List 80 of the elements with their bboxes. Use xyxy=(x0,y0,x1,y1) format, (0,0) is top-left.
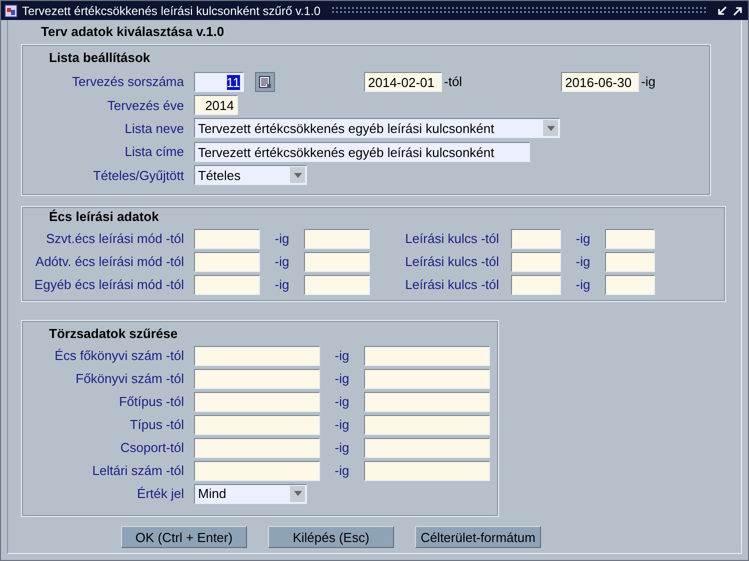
field-label: -ig xyxy=(640,74,656,90)
dropdown[interactable]: Tételes xyxy=(194,165,307,186)
field-label: Adótv. écs leírási mód -tól xyxy=(34,254,185,269)
caret-icon xyxy=(294,491,302,496)
input-field[interactable]: 11 xyxy=(194,72,244,92)
input-field[interactable] xyxy=(194,392,320,412)
app-icon xyxy=(4,4,18,18)
field-label: -tól xyxy=(443,74,462,90)
input-field[interactable] xyxy=(364,460,490,480)
form-title: Terv adatok kiválasztása v.1.0 xyxy=(40,24,226,40)
input-field[interactable] xyxy=(364,346,490,366)
caret-icon xyxy=(294,172,302,178)
list-icon xyxy=(258,74,272,89)
window-title: Tervezett értékcsökkenés leírási kulcsonként szűrő v.1.0 xyxy=(22,4,321,18)
field-label: Leírási kulcs -tól xyxy=(404,254,500,269)
input-field[interactable] xyxy=(194,274,260,294)
dropdown[interactable]: Tervezett értékcsökkenés egyéb leírási kulcsonként xyxy=(194,118,560,138)
input-field[interactable] xyxy=(194,252,260,272)
field-label: Szvt.écs leírási mód -tól xyxy=(45,231,185,246)
field-label: Főkönyvi szám -tól xyxy=(74,371,185,386)
field-label: -ig xyxy=(274,254,290,269)
section-title: Écs leírási adatok xyxy=(48,209,160,226)
field-label: -ig xyxy=(574,254,592,269)
input-field[interactable] xyxy=(511,252,561,272)
input-field[interactable] xyxy=(511,274,561,294)
caret-icon xyxy=(546,126,554,131)
input-field[interactable] xyxy=(364,368,490,388)
field-label: Leltári szám -tól xyxy=(91,463,185,478)
dropdown[interactable]: Mind xyxy=(194,484,307,504)
field-label: Leírási kulcs -tól xyxy=(404,277,500,292)
input-field[interactable] xyxy=(304,228,370,248)
input-field[interactable] xyxy=(304,274,370,294)
input-field[interactable] xyxy=(364,438,490,458)
input-field[interactable] xyxy=(194,438,320,458)
input-field[interactable] xyxy=(511,228,561,248)
field-label: -ig xyxy=(334,417,350,432)
input-field[interactable] xyxy=(605,228,655,248)
list-button[interactable] xyxy=(255,72,275,92)
input-field[interactable] xyxy=(194,228,260,248)
input-field[interactable]: Tervezett értékcsökkenés egyéb leírási kulcsonként xyxy=(194,142,530,162)
field-label: Tervezés éve xyxy=(106,98,185,113)
action-button[interactable]: Célterület-formátum xyxy=(415,526,541,548)
field-label: Egyéb écs leírási mód -tól xyxy=(33,277,185,292)
date-field[interactable]: 2016-06-30 xyxy=(561,72,640,92)
field-label: Leírási kulcs -tól xyxy=(404,231,500,246)
input-field[interactable] xyxy=(194,414,320,434)
field-label: -ig xyxy=(334,463,350,478)
input-field[interactable] xyxy=(194,368,320,388)
field-label: -ig xyxy=(574,277,592,292)
field-label: -ig xyxy=(334,348,350,363)
date-field[interactable]: 2014-02-01 xyxy=(364,72,442,92)
input-field[interactable] xyxy=(364,392,490,412)
input-field[interactable] xyxy=(194,460,320,480)
field-label: -ig xyxy=(274,231,290,246)
section-title: Törzsadatok szűrése xyxy=(48,326,179,343)
section-title: Lista beállítások xyxy=(48,50,152,67)
minimize-icon[interactable] xyxy=(716,4,728,16)
field-label: -ig xyxy=(574,231,592,246)
action-button[interactable]: Kilépés (Esc) xyxy=(268,526,394,548)
field-label: Csoport-tól xyxy=(119,440,185,455)
field-label: Lista címe xyxy=(124,144,185,160)
field-label: Tervezés sorszáma xyxy=(71,74,185,90)
field-label: -ig xyxy=(334,394,350,409)
field-label: Écs főkönyvi szám -tól xyxy=(54,348,185,363)
input-field[interactable] xyxy=(304,252,370,272)
input-field[interactable] xyxy=(194,346,320,366)
field-label: Főtípus -tól xyxy=(118,394,185,409)
field-label: Lista neve xyxy=(124,120,185,136)
input-field[interactable]: 2014 xyxy=(194,95,238,116)
maximize-icon[interactable] xyxy=(732,4,744,16)
field-label: -ig xyxy=(334,440,350,455)
action-button[interactable]: OK (Ctrl + Enter) xyxy=(121,526,247,548)
input-field[interactable] xyxy=(605,252,655,272)
input-field[interactable] xyxy=(605,274,655,294)
input-field[interactable] xyxy=(364,414,490,434)
field-label: Érték jel xyxy=(136,486,185,501)
field-label: Típus -tól xyxy=(128,417,185,432)
field-label: Tételes/Gyűjtött xyxy=(92,168,185,183)
field-label: -ig xyxy=(274,277,290,292)
field-label: -ig xyxy=(334,371,350,386)
